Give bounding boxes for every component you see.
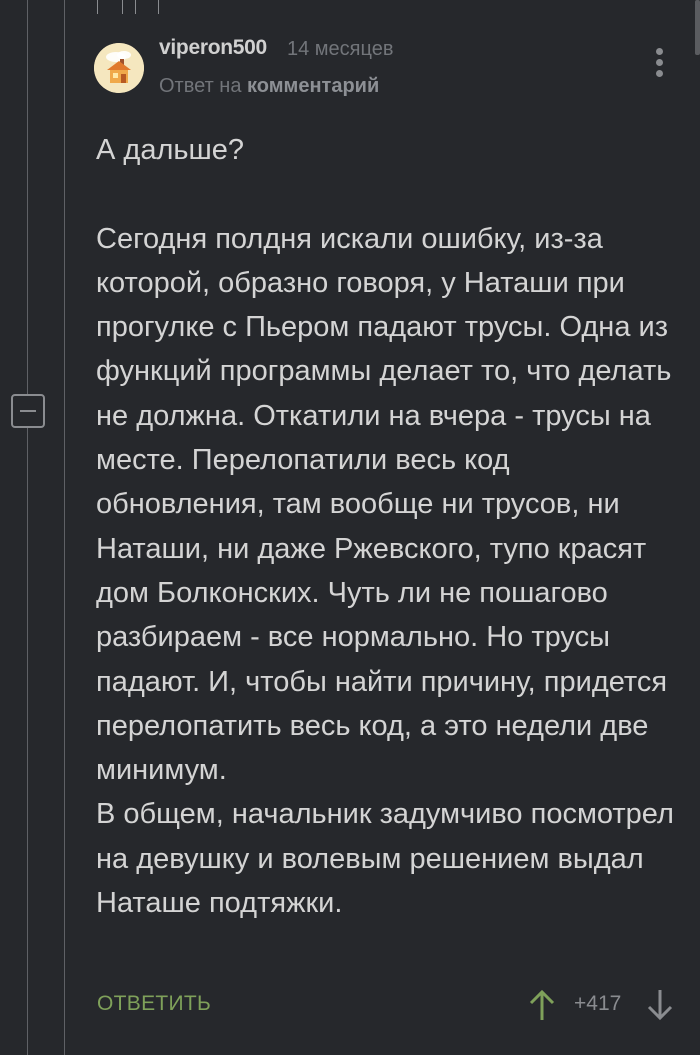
reply-to-prefix: Ответ на bbox=[159, 75, 242, 97]
thread-line bbox=[27, 428, 28, 1055]
scrollbar[interactable] bbox=[695, 0, 700, 55]
house-avatar-icon bbox=[94, 43, 144, 93]
comment-body: А дальше? Сегодня полдня искали ошибку, … bbox=[96, 128, 686, 925]
thread-line-tick bbox=[122, 0, 123, 14]
more-vertical-icon[interactable] bbox=[650, 48, 668, 78]
arrow-down-icon bbox=[647, 990, 673, 1021]
collapse-thread-button[interactable] bbox=[11, 394, 45, 428]
comment-paragraph: А дальше? bbox=[96, 134, 245, 166]
comment-author[interactable]: viperon500 bbox=[159, 36, 267, 60]
comment-paragraph: В общем, начальник задумчиво посмотрел н… bbox=[96, 798, 674, 920]
vote-down-button[interactable] bbox=[646, 988, 674, 1022]
reply-button[interactable]: ОТВЕТИТЬ bbox=[97, 992, 211, 1016]
vote-up-button[interactable] bbox=[528, 988, 556, 1022]
rating-value: +417 bbox=[574, 992, 622, 1015]
thread-line bbox=[64, 0, 65, 1055]
avatar[interactable] bbox=[94, 43, 144, 93]
thread-line-tick bbox=[158, 0, 159, 14]
reply-to-link[interactable]: комментарий bbox=[247, 75, 379, 97]
reply-to-line: Ответ на комментарий bbox=[159, 75, 379, 98]
thread-line-tick bbox=[135, 0, 136, 14]
thread-line-tick bbox=[97, 0, 98, 14]
arrow-up-icon bbox=[529, 989, 555, 1020]
thread-line bbox=[27, 0, 28, 394]
comment-timestamp: 14 месяцев bbox=[287, 38, 394, 60]
comment-paragraph: Сегодня полдня искали ошибку, из-за кото… bbox=[96, 222, 672, 787]
